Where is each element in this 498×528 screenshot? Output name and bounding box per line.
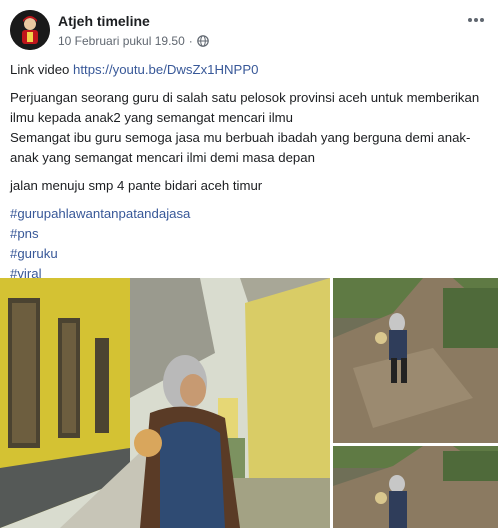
photo-grid bbox=[0, 278, 498, 528]
photo-muddy-road-1[interactable] bbox=[333, 278, 498, 443]
meta-separator: · bbox=[188, 34, 193, 48]
post-header: Atjeh timeline 10 Februari pukul 19.50 · bbox=[10, 10, 488, 54]
globe-icon[interactable] bbox=[196, 35, 209, 47]
link-prefix: Link video bbox=[10, 62, 74, 77]
post-body: Link video https://youtu.be/DwsZx1HNPP0 … bbox=[10, 60, 490, 284]
post-meta: 10 Februari pukul 19.50 · bbox=[58, 34, 209, 48]
link-line: Link video https://youtu.be/DwsZx1HNPP0 bbox=[10, 60, 490, 80]
photo-muddy-road-2[interactable] bbox=[333, 446, 498, 528]
paragraph-1: Perjuangan seorang guru di salah satu pe… bbox=[10, 90, 480, 125]
hashtag-link[interactable]: #pns bbox=[10, 224, 490, 244]
avatar-logo-icon bbox=[10, 10, 50, 50]
photo-teacher-school[interactable] bbox=[0, 278, 330, 528]
avatar[interactable] bbox=[10, 10, 50, 50]
hashtag-link[interactable]: #guruku bbox=[10, 244, 490, 264]
timestamp[interactable]: 10 Februari pukul 19.50 bbox=[58, 34, 185, 48]
more-options-icon[interactable] bbox=[466, 12, 486, 28]
paragraph-2: Semangat ibu guru semoga jasa mu berbuah… bbox=[10, 130, 471, 165]
video-link[interactable]: https://youtu.be/DwsZx1HNPP0 bbox=[73, 62, 258, 77]
paragraph-3: jalan menuju smp 4 pante bidari aceh tim… bbox=[10, 178, 263, 193]
hashtag-link[interactable]: #gurupahlawantanpatandajasa bbox=[10, 204, 490, 224]
author-name[interactable]: Atjeh timeline bbox=[58, 13, 150, 29]
